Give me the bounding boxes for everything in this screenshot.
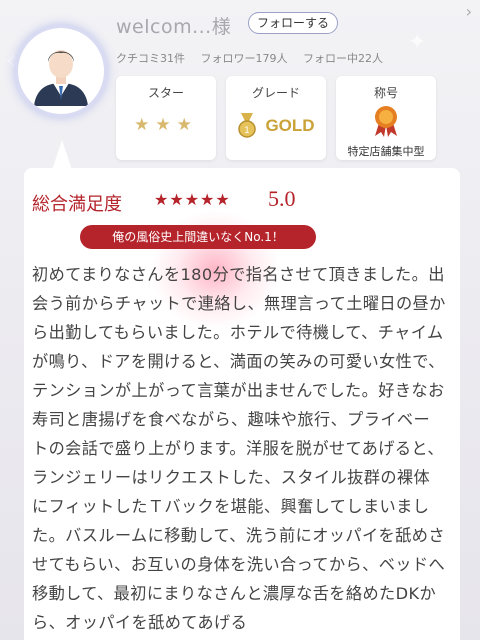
speech-bubble-tail	[52, 140, 72, 170]
follow-button[interactable]: フォローする	[248, 12, 339, 34]
username: welcom...様	[116, 16, 232, 38]
star-badge-card: スター ★★★	[116, 76, 216, 160]
rosette-icon	[375, 106, 397, 137]
star-rating-icons: ★★★	[134, 115, 198, 135]
avatar[interactable]	[18, 28, 104, 114]
title-badge-label: 称号	[373, 86, 398, 100]
grade-value: GOLD	[265, 116, 315, 135]
review-body: 初めてまりなさんを180分で指名させて頂きました。出会う前からチャットで連絡し、…	[32, 265, 446, 632]
star-badge-label: スター	[147, 86, 184, 100]
medal-icon: 1	[238, 113, 257, 138]
title-value: 特定店舗集中型	[347, 145, 425, 158]
title-badge-card: 称号 特定店舗集中型	[336, 76, 436, 160]
profile-stats: クチコミ31件 フォロワー179人 フォロー中22人	[116, 50, 395, 66]
user-avatar-icon	[34, 50, 88, 106]
grade-badge-label: グレード	[251, 86, 300, 100]
review-count[interactable]: クチコミ31件	[116, 52, 185, 65]
following-count[interactable]: フォロー中22人	[303, 52, 383, 65]
svg-text:1: 1	[245, 126, 251, 136]
satisfaction-score: 5.0	[268, 186, 296, 211]
satisfaction-label: 総合満足度	[32, 194, 122, 215]
sparkle-icon: ✦	[408, 30, 427, 55]
satisfaction-stars: ★★★★★	[154, 190, 231, 209]
grade-badge-card: グレード 1 GOLD	[226, 76, 326, 160]
review-headline: 俺の風俗史上間違いなくNo.1！	[80, 225, 316, 249]
follower-count[interactable]: フォロワー179人	[201, 52, 288, 65]
chevron-right-icon[interactable]: ›	[466, 2, 472, 21]
